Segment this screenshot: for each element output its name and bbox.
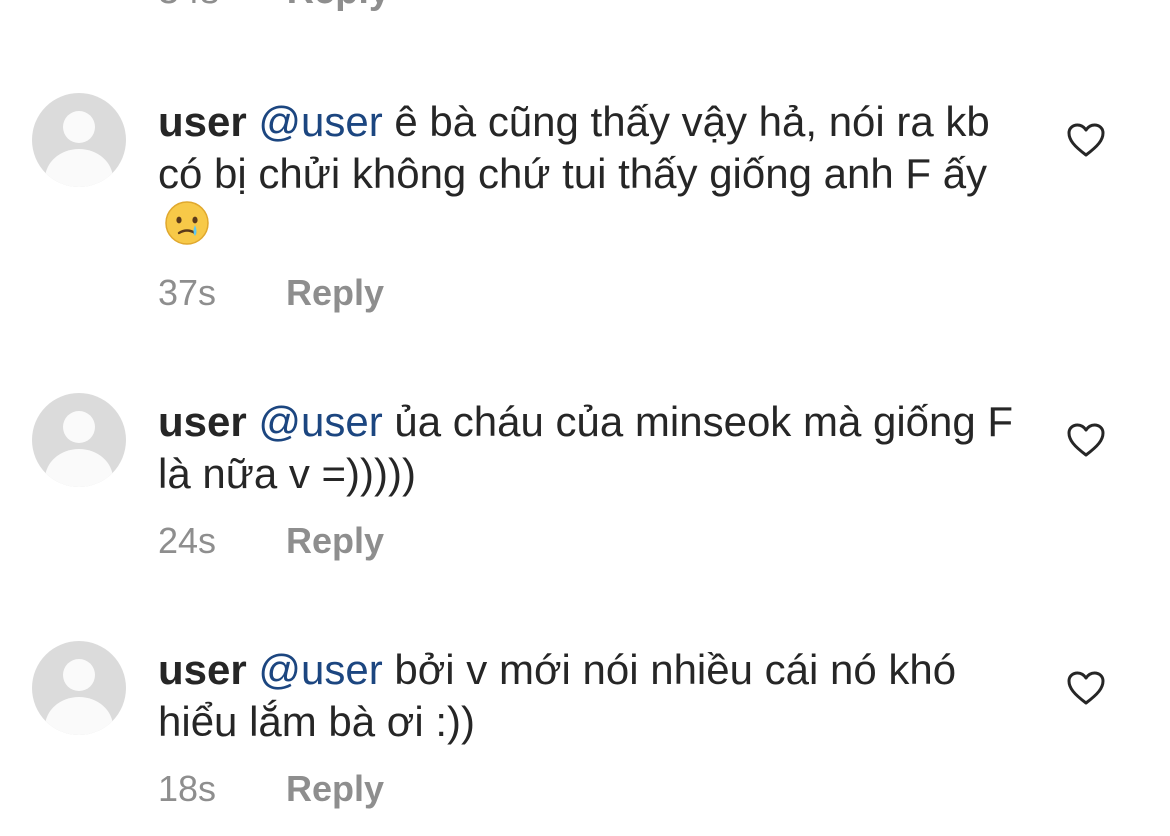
comment-mention[interactable]: @user [258,98,382,145]
comment-meta: 24s Reply [158,520,384,562]
reply-button[interactable]: Reply [286,272,384,313]
avatar-head-shape [63,111,95,143]
reply-button[interactable]: Reply [286,520,384,561]
previous-comment-meta: 34s Reply [158,0,390,13]
comment-text: user @user bởi v mới nói nhiều cái nó kh… [158,644,1038,748]
reply-button[interactable]: Reply [287,0,390,12]
comment-timestamp: 34s [158,0,276,13]
heart-outline-icon[interactable] [1066,122,1106,158]
avatar[interactable] [32,93,126,187]
comment-mention[interactable]: @user [258,398,382,445]
heart-outline-icon[interactable] [1066,670,1106,706]
comments-thread: 34s Reply user @user ê bà cũng thấy vậy … [0,0,1170,836]
comment-username[interactable]: user [158,398,247,445]
heart-outline-icon[interactable] [1066,422,1106,458]
avatar-body-shape [45,149,113,187]
avatar-body-shape [45,449,113,487]
comment-meta: 37s Reply [158,272,384,314]
comment-username[interactable]: user [158,646,247,693]
comment-text: user @user ê bà cũng thấy vậy hả, nói ra… [158,96,1038,252]
comment-timestamp: 24s [158,520,217,561]
comment-text: user @user ủa cháu của minseok mà giống … [158,396,1038,500]
comment-timestamp: 18s [158,768,217,809]
avatar-head-shape [63,659,95,691]
avatar[interactable] [32,393,126,487]
reply-button[interactable]: Reply [286,768,384,809]
avatar[interactable] [32,641,126,735]
comment-mention[interactable]: @user [258,646,382,693]
comment-username[interactable]: user [158,98,247,145]
avatar-head-shape [63,411,95,443]
comment-timestamp: 37s [158,272,217,313]
avatar-body-shape [45,697,113,735]
comment-meta: 18s Reply [158,768,384,810]
crying-face-emoji [165,201,209,245]
